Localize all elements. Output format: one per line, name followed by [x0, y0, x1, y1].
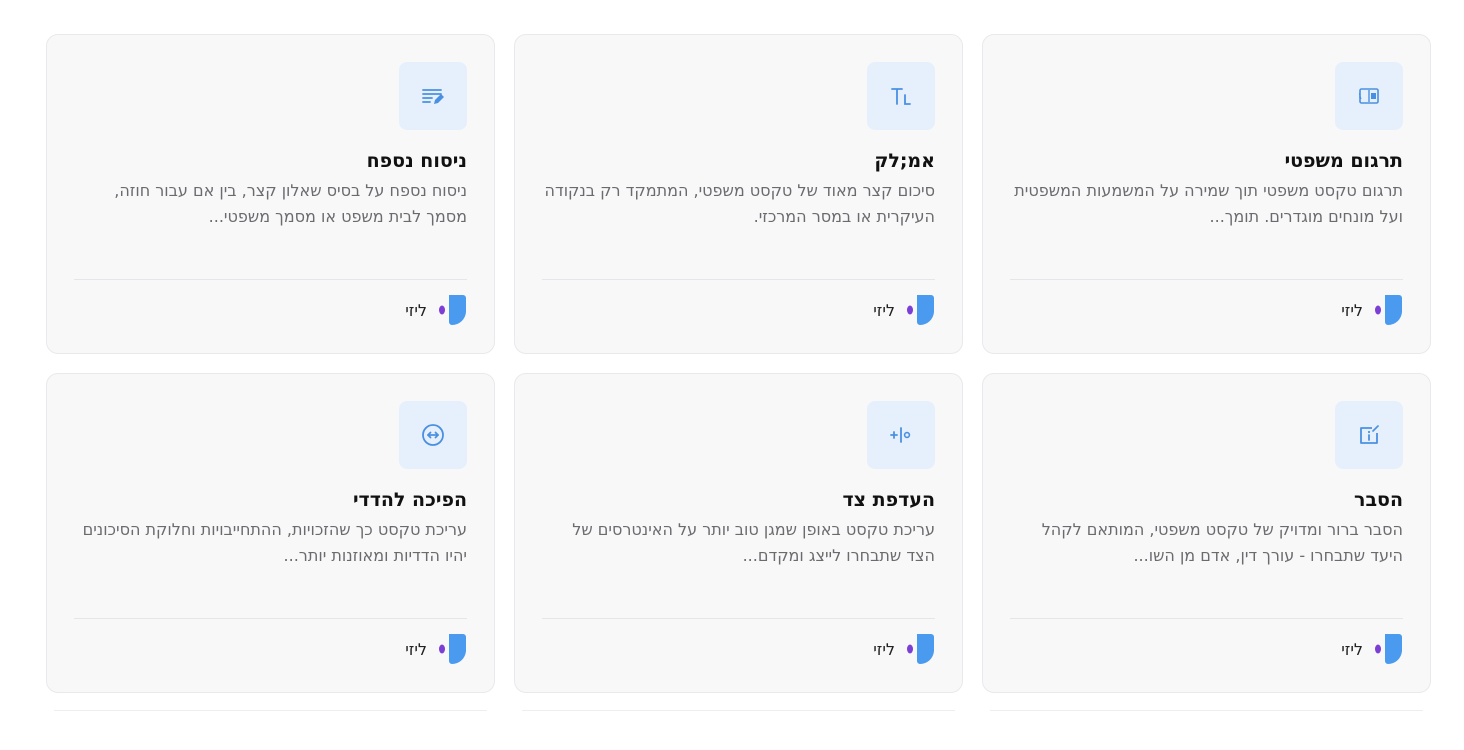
tool-card-draft-appendix[interactable]: ניסוח נספח ניסוח נספח על בסיס שאלון קצר,…	[46, 34, 495, 354]
card-description: ניסוח נספח על בסיס שאלון קצר, בין אם עבו…	[114, 181, 467, 226]
translate-icon: A	[1335, 62, 1403, 130]
tool-card-explain[interactable]: הסבר הסבר ברור ומדויק של טקסט משפטי, המו…	[982, 373, 1431, 693]
card-divider	[1010, 618, 1403, 619]
partial-card	[990, 710, 1423, 750]
card-description: עריכת טקסט באופן שמגן טוב יותר על האינטר…	[572, 520, 935, 565]
tool-card-make-mutual[interactable]: הפיכה להדדי עריכת טקסט כך שהזכויות, ההתח…	[46, 373, 495, 693]
card-divider	[74, 279, 467, 280]
card-divider	[542, 279, 935, 280]
card-title: העדפת צד	[842, 489, 935, 511]
svg-text:A: A	[1359, 92, 1362, 101]
mutual-arrows-icon	[399, 401, 467, 469]
brand-name: ליזי	[873, 639, 895, 659]
lizzy-logo-icon	[439, 295, 466, 326]
text-size-icon	[867, 62, 935, 130]
card-title: הפיכה להדדי	[352, 489, 467, 511]
card-divider	[542, 618, 935, 619]
brand-tag: ליזי	[873, 633, 935, 665]
lizzy-logo-icon	[1375, 634, 1402, 665]
partial-card	[54, 710, 487, 750]
lizzy-logo-icon	[439, 634, 466, 665]
brand-name: ליזי	[405, 300, 427, 320]
lizzy-logo-icon	[1375, 295, 1402, 326]
tool-card-side-preference[interactable]: העדפת צד עריכת טקסט באופן שמגן טוב יותר …	[514, 373, 963, 693]
card-description: הסבר ברור ומדויק של טקסט משפטי, המותאם ל…	[1041, 520, 1403, 565]
partial-card	[522, 710, 955, 750]
card-description: סיכום קצר מאוד של טקסט משפטי, המתמקד רק …	[544, 181, 936, 226]
card-title: ניסוח נספח	[366, 150, 467, 172]
brand-tag: ליזי	[1341, 633, 1403, 665]
side-preference-icon	[867, 401, 935, 469]
brand-name: ליזי	[1341, 639, 1363, 659]
info-icon	[1335, 401, 1403, 469]
lizzy-logo-icon	[907, 634, 934, 665]
edit-lines-icon	[399, 62, 467, 130]
next-row-partial	[46, 710, 1431, 750]
card-title: אמ;לק	[874, 150, 935, 172]
tool-card-tldr[interactable]: אמ;לק סיכום קצר מאוד של טקסט משפטי, המתמ…	[514, 34, 963, 354]
card-divider	[1010, 279, 1403, 280]
brand-tag: ליזי	[405, 294, 467, 326]
brand-name: ליזי	[873, 300, 895, 320]
card-title: תרגום משפטי	[1284, 150, 1403, 172]
tools-grid: A תרגום משפטי תרגום טקסט משפטי תוך שמירה…	[46, 34, 1431, 693]
tool-card-legal-translation[interactable]: A תרגום משפטי תרגום טקסט משפטי תוך שמירה…	[982, 34, 1431, 354]
brand-name: ליזי	[1341, 300, 1363, 320]
lizzy-logo-icon	[907, 295, 934, 326]
card-description: תרגום טקסט משפטי תוך שמירה על המשמעות המ…	[1014, 181, 1403, 226]
card-title: הסבר	[1354, 489, 1403, 511]
brand-tag: ליזי	[873, 294, 935, 326]
brand-name: ליזי	[405, 639, 427, 659]
card-divider	[74, 618, 467, 619]
card-description: עריכת טקסט כך שהזכויות, ההתחייבויות וחלו…	[82, 520, 467, 565]
brand-tag: ליזי	[1341, 294, 1403, 326]
brand-tag: ליזי	[405, 633, 467, 665]
